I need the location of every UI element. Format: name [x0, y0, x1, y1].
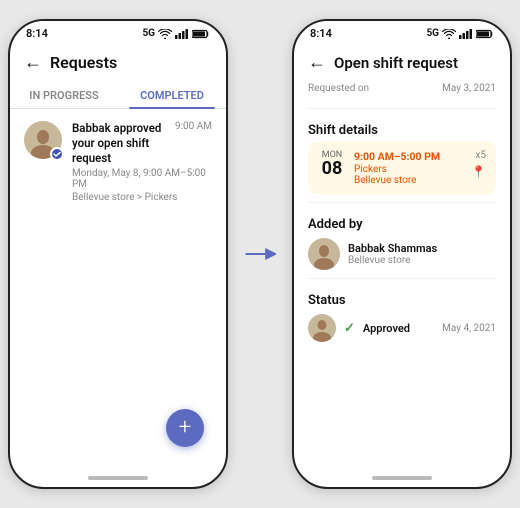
- shift-date: MON 08: [318, 150, 346, 178]
- shift-card: MON 08 9:00 AM–5:00 PM Pickers Bellevue …: [308, 142, 496, 194]
- avatar-wrap: [24, 121, 62, 159]
- check-icon: ✓: [344, 321, 355, 336]
- shift-store: Bellevue store: [354, 175, 463, 186]
- signal-label-1: 5G: [142, 28, 155, 39]
- shift-role: Pickers: [354, 164, 463, 175]
- requested-on-row: Requested on May 3, 2021: [308, 83, 496, 94]
- status-date: May 4, 2021: [442, 323, 496, 334]
- arrow-icon: [244, 242, 276, 266]
- status-bar-2: 8:14 5G: [294, 21, 510, 44]
- battery-icon-1: [192, 29, 210, 39]
- divider-3: [308, 278, 496, 279]
- phone2-header: ← Open shift request: [294, 44, 510, 79]
- added-by-name: Babbak Shammas: [348, 242, 437, 255]
- home-indicator-1: [10, 469, 226, 487]
- notification-card[interactable]: Babbak approved your open shift request …: [10, 109, 226, 215]
- tab-completed[interactable]: COMPLETED: [118, 83, 226, 108]
- status-section: Status ✓ Approved May 4, 2021: [294, 287, 510, 342]
- battery-icon-2: [476, 29, 494, 39]
- phone-2: 8:14 5G: [292, 19, 512, 489]
- time-1: 8:14: [26, 27, 48, 40]
- notification-time: 9:00 AM: [175, 121, 212, 132]
- phone1-header: ← Requests: [10, 44, 226, 73]
- shift-details-title: Shift details: [294, 117, 510, 142]
- pin-icon: 📍: [471, 165, 486, 179]
- home-bar-2: [372, 476, 432, 480]
- status-section-label: Status: [308, 293, 496, 308]
- home-indicator-2: [294, 469, 510, 487]
- status-icons-2: 5G: [426, 28, 494, 39]
- shift-meta: x5 📍: [471, 150, 486, 179]
- status-text: Approved: [363, 322, 434, 335]
- fab-button[interactable]: +: [166, 409, 204, 447]
- notif-header-row: Babbak approved your open shift request …: [72, 121, 212, 166]
- wifi-icon-2: [442, 29, 456, 39]
- status-row: ✓ Approved May 4, 2021: [308, 314, 496, 342]
- home-bar-1: [88, 476, 148, 480]
- status-avatar: [308, 314, 336, 342]
- back-button-1[interactable]: ←: [24, 52, 42, 73]
- shift-info: 9:00 AM–5:00 PM Pickers Bellevue store: [354, 150, 463, 186]
- added-by-section: Added by Babbak Shammas Bellevue store: [294, 211, 510, 270]
- requested-on-label: Requested on: [308, 83, 369, 94]
- notification-sub2: Bellevue store > Pickers: [72, 192, 212, 203]
- requested-on-value: May 3, 2021: [442, 83, 496, 94]
- status-icons-1: 5G: [142, 28, 210, 39]
- requested-on-section: Requested on May 3, 2021: [294, 79, 510, 100]
- page-title-2: Open shift request: [334, 54, 458, 72]
- screen-1: ← Requests IN PROGRESS COMPLETED: [10, 44, 226, 469]
- notification-body: Babbak approved your open shift request …: [72, 121, 212, 203]
- phone-1: 8:14 5G: [8, 19, 228, 489]
- status-bar-1: 8:14 5G: [10, 21, 226, 44]
- shift-count: x5: [475, 150, 486, 161]
- divider-1: [308, 108, 496, 109]
- signal-label-2: 5G: [426, 28, 439, 39]
- back-button-2[interactable]: ←: [308, 52, 326, 73]
- added-by-avatar: [308, 238, 340, 270]
- screen-2: ← Open shift request Requested on May 3,…: [294, 44, 510, 469]
- added-by-label: Added by: [308, 217, 496, 232]
- tab-in-progress[interactable]: IN PROGRESS: [10, 83, 118, 108]
- page-title-1: Requests: [50, 53, 117, 72]
- signal-bars-1: [175, 29, 189, 39]
- added-by-info: Babbak Shammas Bellevue store: [348, 242, 437, 266]
- shift-time: 9:00 AM–5:00 PM: [354, 150, 463, 163]
- notification-sub1: Monday, May 8, 9:00 AM–5:00 PM: [72, 168, 212, 190]
- avatar-badge: [50, 147, 64, 161]
- time-2: 8:14: [310, 27, 332, 40]
- notification-text: Babbak approved your open shift request: [72, 121, 175, 166]
- divider-2: [308, 202, 496, 203]
- wifi-icon: [158, 29, 172, 39]
- transition-arrow: [244, 242, 276, 266]
- shift-day-number: 08: [322, 160, 343, 178]
- signal-bars-2: [459, 29, 473, 39]
- added-by-card: Babbak Shammas Bellevue store: [308, 238, 496, 270]
- added-by-store: Bellevue store: [348, 255, 437, 266]
- tabs-container: IN PROGRESS COMPLETED: [10, 83, 226, 109]
